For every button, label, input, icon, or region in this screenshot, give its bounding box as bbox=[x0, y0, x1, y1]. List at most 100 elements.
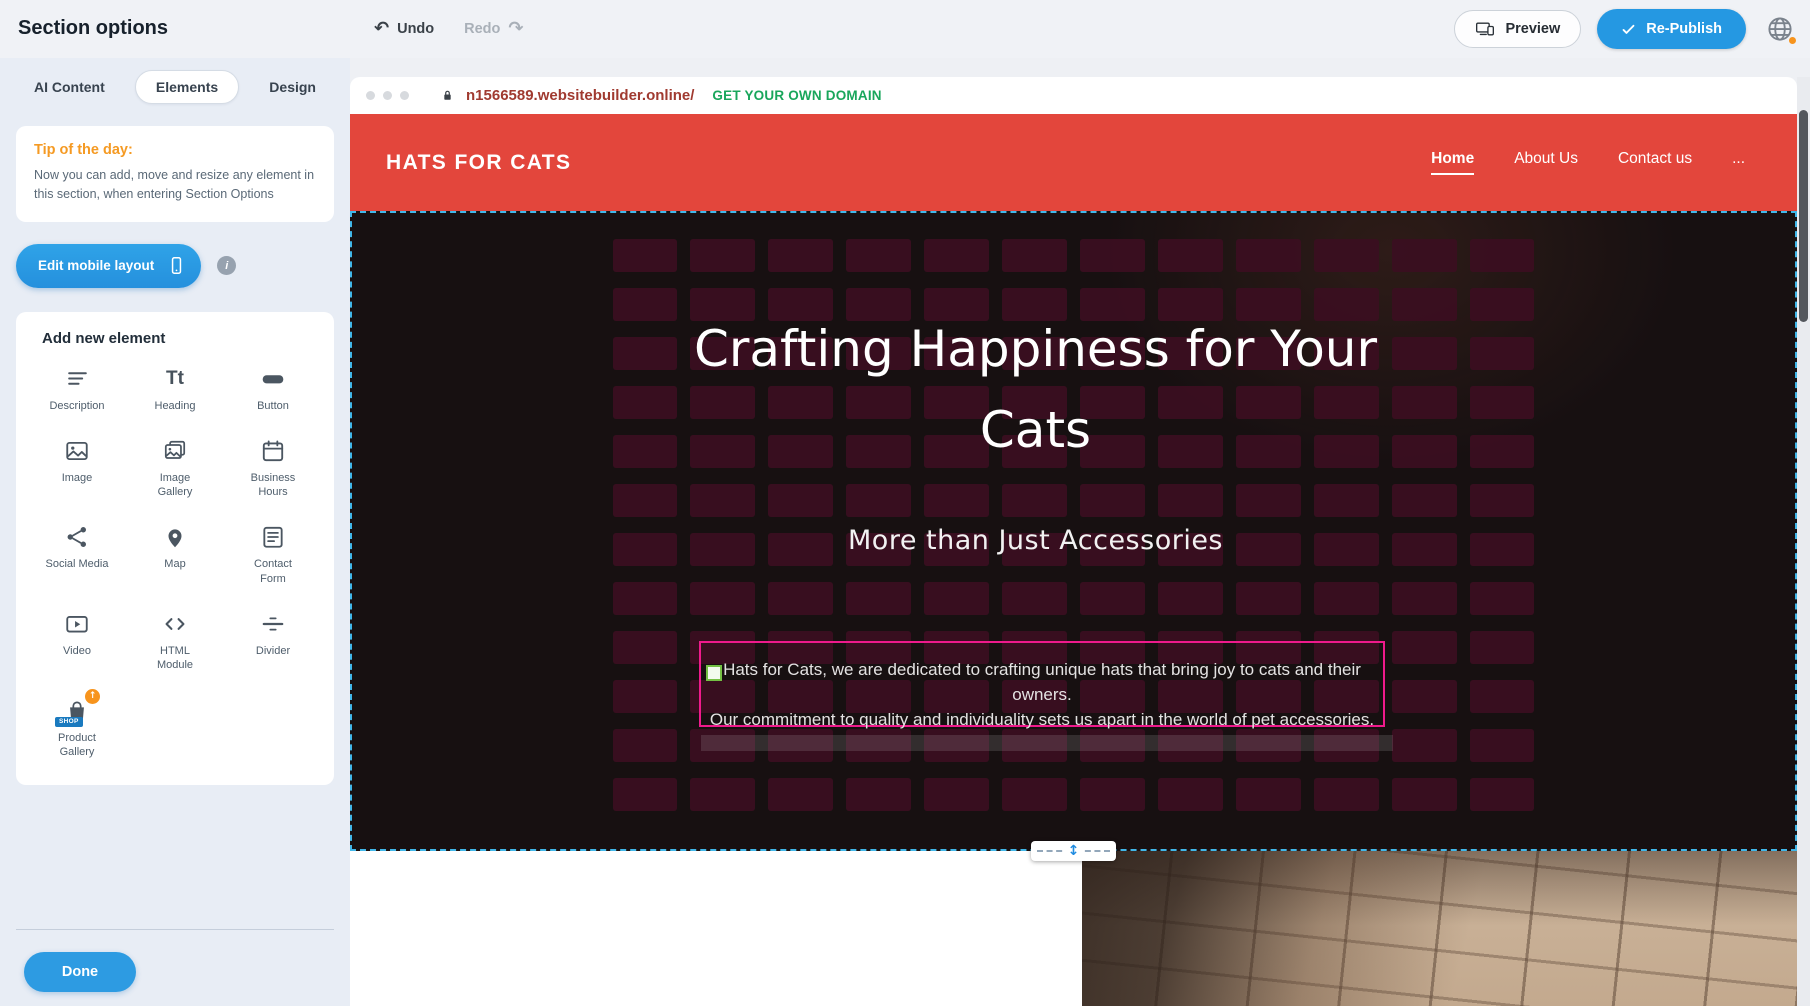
shop-badge: SHOP bbox=[55, 717, 83, 727]
window-dot bbox=[383, 91, 392, 100]
get-domain-link[interactable]: GET YOUR OWN DOMAIN bbox=[712, 88, 881, 103]
add-element-label: Heading bbox=[155, 399, 196, 413]
hero-section-selected[interactable]: Crafting Happiness for Your Cats More th… bbox=[350, 211, 1797, 851]
add-element-contact-form[interactable]: Contact Form bbox=[224, 523, 322, 586]
sidebar-divider bbox=[16, 929, 334, 930]
check-icon bbox=[1621, 22, 1636, 37]
nav-home[interactable]: Home bbox=[1431, 150, 1474, 175]
redo-button[interactable]: Redo ↷ bbox=[464, 20, 523, 38]
add-element-label: Video bbox=[63, 644, 91, 658]
add-element-map[interactable]: Map bbox=[126, 523, 224, 586]
description-icon bbox=[65, 365, 90, 393]
undo-icon: ↶ bbox=[374, 20, 389, 38]
nav-about-us[interactable]: About Us bbox=[1514, 150, 1578, 175]
next-section[interactable] bbox=[350, 851, 1797, 1006]
floor-photo bbox=[1082, 851, 1797, 1006]
edit-mobile-layout-button[interactable]: Edit mobile layout bbox=[16, 244, 201, 288]
site-url[interactable]: n1566589.websitebuilder.online/ bbox=[466, 87, 694, 104]
window-dots bbox=[366, 91, 409, 100]
add-element-image-gallery[interactable]: Image Gallery bbox=[126, 437, 224, 500]
add-element-label: Image bbox=[62, 471, 93, 485]
add-element-product-gallery[interactable]: ↑SHOP Product Gallery bbox=[28, 697, 126, 760]
add-element-label: Image Gallery bbox=[143, 471, 207, 500]
add-element-label: Button bbox=[257, 399, 289, 413]
preview-button[interactable]: Preview bbox=[1454, 10, 1581, 48]
section-resize-handle[interactable]: ↕ bbox=[1031, 841, 1116, 861]
republish-button[interactable]: Re-Publish bbox=[1597, 9, 1746, 49]
language-globe-button[interactable] bbox=[1762, 11, 1798, 47]
republish-label: Re-Publish bbox=[1646, 21, 1722, 37]
add-element-grid: Description Tt Heading Button Image Image Gal… bbox=[28, 365, 322, 760]
topbar-actions: Preview Re-Publish bbox=[1454, 0, 1798, 58]
site-nav: Home About Us Contact us... bbox=[1431, 150, 1745, 175]
add-element-title: Add new element bbox=[42, 330, 322, 347]
undo-label: Undo bbox=[397, 21, 434, 37]
add-element-business-hours[interactable]: Business Hours bbox=[224, 437, 322, 500]
add-element-video[interactable]: Video bbox=[28, 610, 126, 673]
add-element-label: Product Gallery bbox=[45, 731, 109, 760]
lock-icon bbox=[439, 87, 456, 104]
add-element-label: Divider bbox=[256, 644, 290, 658]
add-new-element-card: Add new element Description Tt Heading Butt… bbox=[16, 312, 334, 786]
upgrade-badge-icon: ↑ bbox=[85, 689, 100, 704]
button-icon bbox=[260, 365, 286, 393]
phone-icon bbox=[166, 255, 187, 276]
add-element-divider[interactable]: Divider bbox=[224, 610, 322, 673]
tip-body: Now you can add, move and resize any ele… bbox=[34, 166, 316, 204]
site-logo[interactable]: HATS FOR CATS bbox=[386, 151, 571, 175]
add-element-label: Contact Form bbox=[241, 557, 305, 586]
nav-contact-us[interactable]: Contact us bbox=[1618, 150, 1692, 175]
notification-dot bbox=[1788, 36, 1797, 45]
add-element-label: Map bbox=[164, 557, 185, 571]
scrollbar-track[interactable] bbox=[1797, 77, 1810, 1006]
element-resize-handle[interactable] bbox=[706, 665, 722, 681]
mobile-layout-row: Edit mobile layout i bbox=[16, 244, 334, 288]
add-element-social-media[interactable]: Social Media bbox=[28, 523, 126, 586]
selected-text-element[interactable]: Hats for Cats, we are dedicated to craft… bbox=[699, 641, 1385, 727]
add-element-label: Business Hours bbox=[241, 471, 305, 500]
add-element-label: Description bbox=[49, 399, 104, 413]
redo-icon: ↷ bbox=[508, 20, 523, 38]
contact-form-icon bbox=[260, 523, 286, 551]
heading-icon: Tt bbox=[166, 365, 184, 393]
sidebar: AI ContentElementsDesign Tip of the day:… bbox=[0, 58, 350, 1006]
add-element-description[interactable]: Description bbox=[28, 365, 126, 413]
business-hours-icon bbox=[260, 437, 286, 465]
tab-ai-content[interactable]: AI Content bbox=[26, 71, 113, 103]
html-module-icon bbox=[162, 610, 188, 638]
hero-subheading[interactable]: More than Just Accessories bbox=[350, 525, 1757, 556]
window-dot bbox=[366, 91, 375, 100]
add-element-label: Social Media bbox=[46, 557, 109, 571]
add-element-button[interactable]: Button bbox=[224, 365, 322, 413]
devices-icon bbox=[1475, 19, 1495, 39]
undo-button[interactable]: ↶ Undo bbox=[374, 20, 434, 38]
page-title: Section options bbox=[18, 17, 168, 40]
image-icon bbox=[64, 437, 90, 465]
add-element-image[interactable]: Image bbox=[28, 437, 126, 500]
topbar: Section options ↶ Undo Redo ↷ Preview bbox=[0, 0, 1810, 58]
resize-arrows-icon: ↕ bbox=[1065, 844, 1083, 858]
add-element-html-module[interactable]: HTML Module bbox=[126, 610, 224, 673]
hero-paragraph[interactable]: Hats for Cats, we are dedicated to craft… bbox=[701, 657, 1383, 732]
window-dot bbox=[400, 91, 409, 100]
tab-elements[interactable]: Elements bbox=[135, 70, 239, 104]
add-element-heading[interactable]: Tt Heading bbox=[126, 365, 224, 413]
hero-heading[interactable]: Crafting Happiness for Your Cats bbox=[686, 309, 1386, 471]
nav-more[interactable]: ... bbox=[1732, 150, 1745, 175]
site-canvas: HATS FOR CATS HomeAbout UsContact us... … bbox=[350, 114, 1797, 1006]
divider-icon bbox=[260, 610, 286, 638]
preview-label: Preview bbox=[1505, 21, 1560, 37]
tab-design[interactable]: Design bbox=[261, 71, 324, 103]
element-ghost-bar bbox=[701, 735, 1393, 751]
main-preview-area: n1566589.websitebuilder.online/ GET YOUR… bbox=[350, 58, 1810, 1006]
done-button[interactable]: Done bbox=[24, 952, 136, 992]
image-gallery-icon bbox=[162, 437, 188, 465]
video-icon bbox=[64, 610, 90, 638]
site-header[interactable]: HATS FOR CATS Home About Us Contact us... bbox=[350, 114, 1797, 211]
product-gallery-icon: ↑SHOP bbox=[64, 697, 90, 725]
info-icon[interactable]: i bbox=[217, 256, 236, 275]
social-media-icon bbox=[64, 523, 90, 551]
scrollbar-thumb[interactable] bbox=[1799, 110, 1808, 322]
redo-label: Redo bbox=[464, 21, 500, 37]
undo-redo-group: ↶ Undo Redo ↷ bbox=[374, 0, 523, 58]
